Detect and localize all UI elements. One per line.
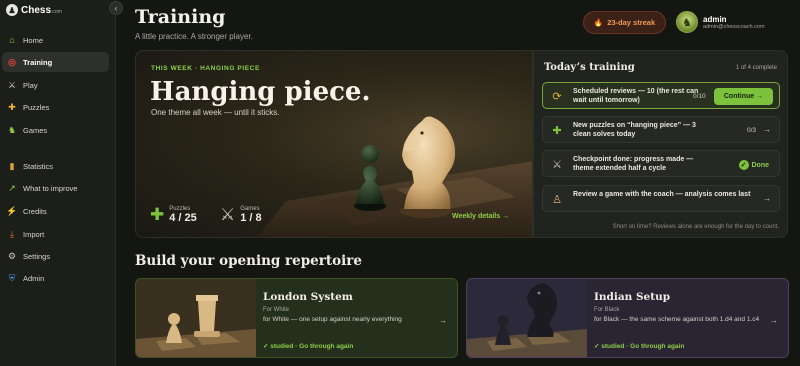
home-icon: ⌂: [9, 35, 15, 45]
sidebar: ♟ Chess.com ⌂ Home ◎ Training ⚔ Play ✚ P…: [0, 0, 116, 366]
task-text: Scheduled reviews — 10 (the rest can wai…: [573, 88, 699, 104]
opening-name: London System: [263, 291, 353, 303]
swords-icon: ⚔: [220, 205, 236, 224]
puzzle-icon: ✚: [8, 101, 16, 112]
sidebar-item-label: Games: [23, 125, 48, 135]
sidebar-item-home[interactable]: ⌂ Home: [2, 30, 109, 50]
black-pieces-illustration: [467, 279, 587, 357]
check-icon: ✓: [738, 160, 749, 170]
opening-status-link[interactable]: ✓ studied · Go through again: [263, 342, 353, 350]
avatar: ♞: [676, 11, 698, 33]
done-label: Done: [751, 161, 770, 169]
knight-icon: ♞: [7, 124, 17, 135]
sidebar-item-training[interactable]: ◎ Training: [2, 52, 109, 72]
arrow-right-icon: →: [763, 194, 771, 203]
opening-status-link[interactable]: ✓ studied · Go through again: [594, 342, 684, 350]
opening-side: For Black: [594, 307, 620, 313]
stat-value: 4 / 25: [169, 212, 197, 224]
swords-icon: ⚔: [7, 79, 17, 90]
sidebar-item-label: Import: [23, 229, 45, 239]
brand-logo[interactable]: ♟ Chess.com: [6, 4, 62, 16]
continue-button[interactable]: Continue →: [714, 88, 773, 105]
time-note: Short on time? Reviews alone are enough …: [612, 224, 779, 230]
task-progress: 0/3: [747, 127, 757, 134]
weekly-details-link[interactable]: Weekly details →: [452, 213, 509, 220]
sidebar-item-label: Puzzles: [23, 102, 50, 112]
sidebar-item-label: Admin: [23, 273, 45, 283]
stat-value: 1 / 8: [240, 212, 262, 224]
user-name: admin: [703, 14, 727, 24]
sidebar-item-credits[interactable]: ⚡ Credits: [2, 201, 109, 221]
arrow-right-icon: →: [763, 125, 771, 134]
flame-icon: 🔥: [593, 18, 604, 27]
repertoire-title: Build your opening repertoire: [135, 253, 362, 269]
sidebar-item-play[interactable]: ⚔ Play: [2, 75, 109, 95]
puzzles-stat: ✚ Puzzles 4 / 25: [150, 205, 197, 225]
brand-name: Chess: [21, 4, 52, 16]
opening-name: Indian Setup: [594, 291, 671, 303]
swords-icon: ⚔: [552, 158, 562, 171]
shield-icon: ⛨: [8, 272, 16, 283]
sidebar-item-settings[interactable]: ⚙ Settings: [2, 246, 109, 266]
task-text: New puzzles on “hanging piece” — 3 clean…: [573, 122, 696, 138]
task-checkpoint[interactable]: ⚔ Checkpoint done: progress made — theme…: [542, 150, 780, 177]
sidebar-item-import[interactable]: ⤓ Import: [2, 224, 109, 244]
white-pieces-illustration: [136, 279, 256, 357]
arrow-right-icon: →: [439, 316, 447, 325]
sidebar-item-admin[interactable]: ⛨ Admin: [2, 268, 109, 288]
opening-description: for White — one setup against nearly eve…: [263, 316, 402, 323]
sidebar-item-what-to-improve[interactable]: ↗ What to improve: [2, 178, 109, 198]
bolt-icon: ⚡: [6, 205, 18, 216]
hero-title: Hanging piece.: [150, 77, 371, 107]
sidebar-item-label: Home: [23, 35, 44, 45]
sidebar-item-label: Play: [23, 80, 38, 90]
opening-card-indian[interactable]: Indian Setup For Black for Black — the s…: [466, 278, 789, 358]
pawn-logo-icon: ♟: [6, 4, 18, 16]
streak-badge[interactable]: 🔥 23-day streak: [583, 11, 666, 34]
user-email: admin@chesscoach.com: [703, 23, 765, 30]
arrow-right-icon: →: [770, 316, 778, 325]
opening-side: For White: [263, 307, 290, 313]
knight-avatar-icon: ♞: [682, 16, 692, 29]
sidebar-item-statistics[interactable]: ▮ Statistics: [2, 156, 109, 176]
brand-suffix: .com: [51, 8, 62, 15]
sidebar-item-label: Training: [23, 57, 53, 67]
opening-description: for Black — the same scheme against both…: [594, 316, 760, 323]
hero-subtitle: One theme all week — until it sticks.: [151, 108, 280, 117]
task-new-puzzles[interactable]: ✚ New puzzles on “hanging piece” — 3 cle…: [542, 116, 780, 143]
task-text: Review a game with the coach — analysis …: [573, 191, 751, 198]
user-menu[interactable]: ♞ admin admin@chesscoach.com: [676, 11, 765, 33]
streak-label: 23-day streak: [607, 18, 656, 27]
sidebar-item-puzzles[interactable]: ✚ Puzzles: [2, 97, 109, 117]
coach-icon: ♙: [552, 193, 562, 206]
page-title: Training: [135, 6, 226, 28]
sidebar-item-label: Credits: [23, 206, 47, 216]
todays-training-panel: Today’s training 1 of 4 complete ⟳ Sched…: [533, 50, 788, 238]
gear-icon: ⚙: [7, 250, 17, 261]
bar-chart-icon: ▮: [9, 160, 15, 171]
opening-card-london[interactable]: London System For White for White — one …: [135, 278, 458, 358]
trend-icon: ↗: [8, 182, 16, 193]
panel-title: Today’s training: [544, 62, 635, 73]
import-icon: ⤓: [10, 228, 14, 239]
target-icon: ◎: [8, 56, 16, 67]
puzzle-icon: ✚: [150, 205, 165, 224]
task-progress: 0/10: [693, 93, 706, 100]
completion-count: 1 of 4 complete: [735, 65, 777, 71]
task-review-game[interactable]: ♙ Review a game with the coach — analysi…: [542, 185, 780, 212]
done-badge: ✓ Done: [738, 160, 770, 170]
hero-kicker: THIS WEEK · HANGING PIECE: [151, 65, 260, 72]
puzzle-icon: ✚: [552, 124, 562, 137]
sidebar-item-label: Statistics: [23, 161, 54, 171]
task-text: Checkpoint done: progress made — theme e…: [573, 156, 694, 172]
games-stat: ⚔ Games 1 / 8: [220, 205, 262, 225]
sidebar-item-label: Settings: [23, 251, 51, 261]
page-subtitle: A little practice. A stronger player.: [135, 32, 253, 41]
sidebar-item-games[interactable]: ♞ Games: [2, 120, 109, 140]
sidebar-collapse-button[interactable]: ‹: [109, 1, 123, 15]
refresh-icon: ⟳: [552, 90, 562, 103]
sidebar-item-label: What to improve: [23, 183, 78, 193]
